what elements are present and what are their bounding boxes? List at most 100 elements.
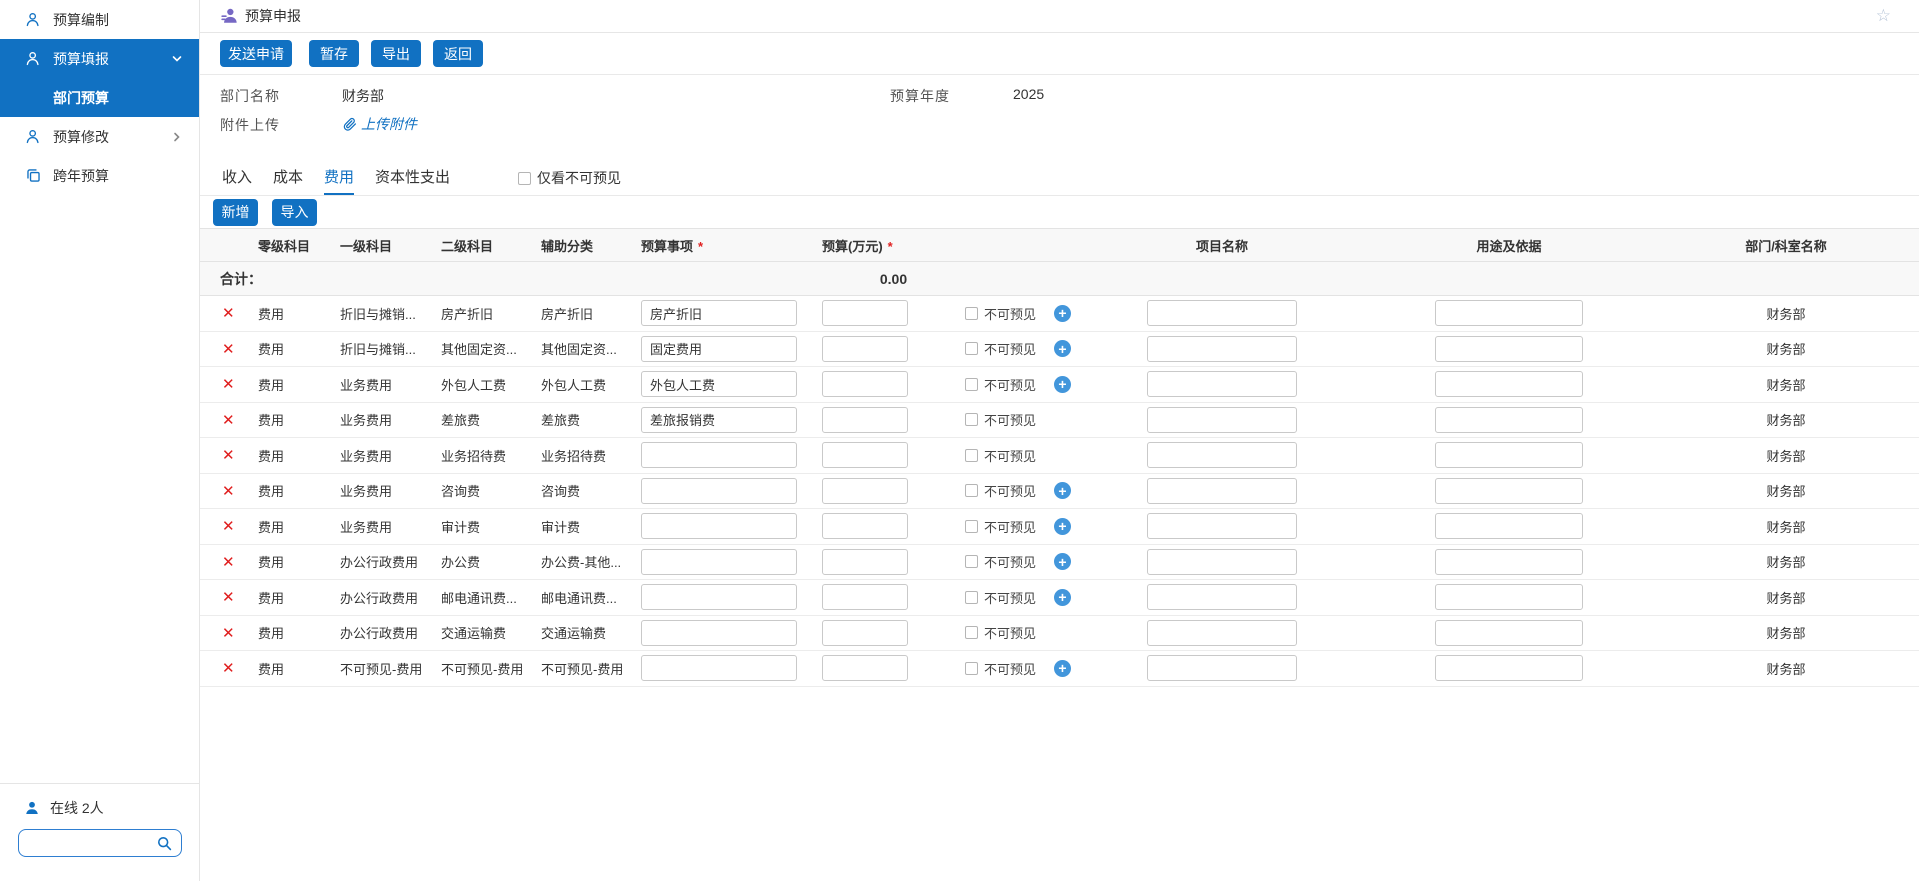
usage-basis-input[interactable] xyxy=(1435,584,1583,610)
project-name-input[interactable] xyxy=(1147,442,1297,468)
delete-row-icon[interactable]: ✕ xyxy=(222,589,235,606)
budget-item-input[interactable] xyxy=(641,336,797,362)
budget-amount-input[interactable] xyxy=(822,442,908,468)
project-name-input[interactable] xyxy=(1147,549,1297,575)
unforeseen-checkbox[interactable] xyxy=(965,413,978,426)
usage-basis-input[interactable] xyxy=(1435,371,1583,397)
unforeseen-checkbox[interactable] xyxy=(965,662,978,675)
project-name-input[interactable] xyxy=(1147,336,1297,362)
favorite-star-icon[interactable]: ☆ xyxy=(1876,6,1891,26)
delete-row-icon[interactable]: ✕ xyxy=(222,518,235,535)
budget-item-input[interactable] xyxy=(641,407,797,433)
unforeseen-checkbox[interactable] xyxy=(965,449,978,462)
tab-expense[interactable]: 费用 xyxy=(324,160,354,195)
export-button[interactable]: 导出 xyxy=(371,40,421,67)
budget-item-input[interactable] xyxy=(641,620,797,646)
budget-amount-input[interactable] xyxy=(822,549,908,575)
usage-basis-input[interactable] xyxy=(1435,300,1583,326)
add-subrow-button[interactable]: + xyxy=(1054,553,1071,570)
project-name-input[interactable] xyxy=(1147,513,1297,539)
tab-income[interactable]: 收入 xyxy=(222,160,252,195)
aux-category-cell: 办公费-其他... xyxy=(541,552,641,571)
budget-amount-input[interactable] xyxy=(822,407,908,433)
project-name-input[interactable] xyxy=(1147,407,1297,433)
delete-row-icon[interactable]: ✕ xyxy=(222,412,235,429)
budget-item-input[interactable] xyxy=(641,549,797,575)
usage-basis-input[interactable] xyxy=(1435,620,1583,646)
budget-amount-input[interactable] xyxy=(822,300,908,326)
add-subrow-button[interactable]: + xyxy=(1054,340,1071,357)
budget-amount-input[interactable] xyxy=(822,513,908,539)
usage-basis-input[interactable] xyxy=(1435,549,1583,575)
project-name-input[interactable] xyxy=(1147,300,1297,326)
delete-row-icon[interactable]: ✕ xyxy=(222,447,235,464)
add-subrow-button[interactable]: + xyxy=(1054,660,1071,677)
budget-amount-input[interactable] xyxy=(822,371,908,397)
delete-row-icon[interactable]: ✕ xyxy=(222,483,235,500)
budget-item-input[interactable] xyxy=(641,442,797,468)
level1-cell: 业务费用 xyxy=(340,375,441,394)
unforeseen-checkbox[interactable] xyxy=(965,342,978,355)
budget-amount-input[interactable] xyxy=(822,655,908,681)
usage-basis-input[interactable] xyxy=(1435,336,1583,362)
delete-row-icon[interactable]: ✕ xyxy=(222,305,235,322)
unforeseen-checkbox[interactable] xyxy=(965,626,978,639)
import-button[interactable]: 导入 xyxy=(272,199,317,226)
tab-capital-expenditure[interactable]: 资本性支出 xyxy=(375,160,450,195)
add-subrow-button[interactable]: + xyxy=(1054,589,1071,606)
unforeseen-checkbox[interactable] xyxy=(965,484,978,497)
unforeseen-checkbox[interactable] xyxy=(965,520,978,533)
unforeseen-only-filter[interactable]: 仅看不可预见 xyxy=(518,160,621,196)
usage-basis-input[interactable] xyxy=(1435,478,1583,504)
level0-cell: 费用 xyxy=(258,339,340,358)
usage-basis-input[interactable] xyxy=(1435,407,1583,433)
project-name-input[interactable] xyxy=(1147,620,1297,646)
sidebar-item-dept-budget[interactable]: 部门预算 xyxy=(0,78,199,117)
unforeseen-only-checkbox[interactable] xyxy=(518,172,531,185)
budget-item-input[interactable] xyxy=(641,584,797,610)
back-button[interactable]: 返回 xyxy=(433,40,483,67)
budget-amount-input[interactable] xyxy=(822,478,908,504)
delete-row-icon[interactable]: ✕ xyxy=(222,554,235,571)
project-name-input[interactable] xyxy=(1147,584,1297,610)
budget-amount-input[interactable] xyxy=(822,584,908,610)
unforeseen-checkbox[interactable] xyxy=(965,378,978,391)
unforeseen-checkbox[interactable] xyxy=(965,555,978,568)
sidebar-item-budget-fill[interactable]: 预算填报 xyxy=(0,39,199,78)
search-icon[interactable] xyxy=(156,835,172,851)
sidebar-item-budget-compile[interactable]: 预算编制 xyxy=(0,0,199,39)
unforeseen-checkbox[interactable] xyxy=(965,591,978,604)
usage-basis-input[interactable] xyxy=(1435,655,1583,681)
table-row: ✕ 费用 业务费用 咨询费 咨询费 不可预见 + 财务部 xyxy=(200,474,1919,510)
delete-row-icon[interactable]: ✕ xyxy=(222,376,235,393)
project-name-input[interactable] xyxy=(1147,655,1297,681)
unforeseen-label: 不可预见 xyxy=(984,623,1036,642)
delete-row-icon[interactable]: ✕ xyxy=(222,660,235,677)
project-name-input[interactable] xyxy=(1147,371,1297,397)
budget-item-input[interactable] xyxy=(641,300,797,326)
add-subrow-button[interactable]: + xyxy=(1054,518,1071,535)
delete-row-icon[interactable]: ✕ xyxy=(222,625,235,642)
add-subrow-button[interactable]: + xyxy=(1054,376,1071,393)
budget-item-input[interactable] xyxy=(641,655,797,681)
sidebar-item-crossyear-budget[interactable]: 跨年预算 xyxy=(0,156,199,195)
save-draft-button[interactable]: 暂存 xyxy=(309,40,359,67)
send-request-button[interactable]: 发送申请 xyxy=(220,40,292,67)
usage-basis-input[interactable] xyxy=(1435,513,1583,539)
unforeseen-label: 不可预见 xyxy=(984,375,1036,394)
upload-attachment-link[interactable]: 上传附件 xyxy=(342,114,417,134)
tab-cost[interactable]: 成本 xyxy=(273,160,303,195)
add-subrow-button[interactable]: + xyxy=(1054,482,1071,499)
budget-item-input[interactable] xyxy=(641,478,797,504)
add-row-button[interactable]: 新增 xyxy=(213,199,258,226)
project-name-input[interactable] xyxy=(1147,478,1297,504)
budget-amount-input[interactable] xyxy=(822,620,908,646)
unforeseen-checkbox[interactable] xyxy=(965,307,978,320)
sidebar-item-budget-modify[interactable]: 预算修改 xyxy=(0,117,199,156)
budget-item-input[interactable] xyxy=(641,513,797,539)
add-subrow-button[interactable]: + xyxy=(1054,305,1071,322)
budget-item-input[interactable] xyxy=(641,371,797,397)
usage-basis-input[interactable] xyxy=(1435,442,1583,468)
delete-row-icon[interactable]: ✕ xyxy=(222,341,235,358)
budget-amount-input[interactable] xyxy=(822,336,908,362)
